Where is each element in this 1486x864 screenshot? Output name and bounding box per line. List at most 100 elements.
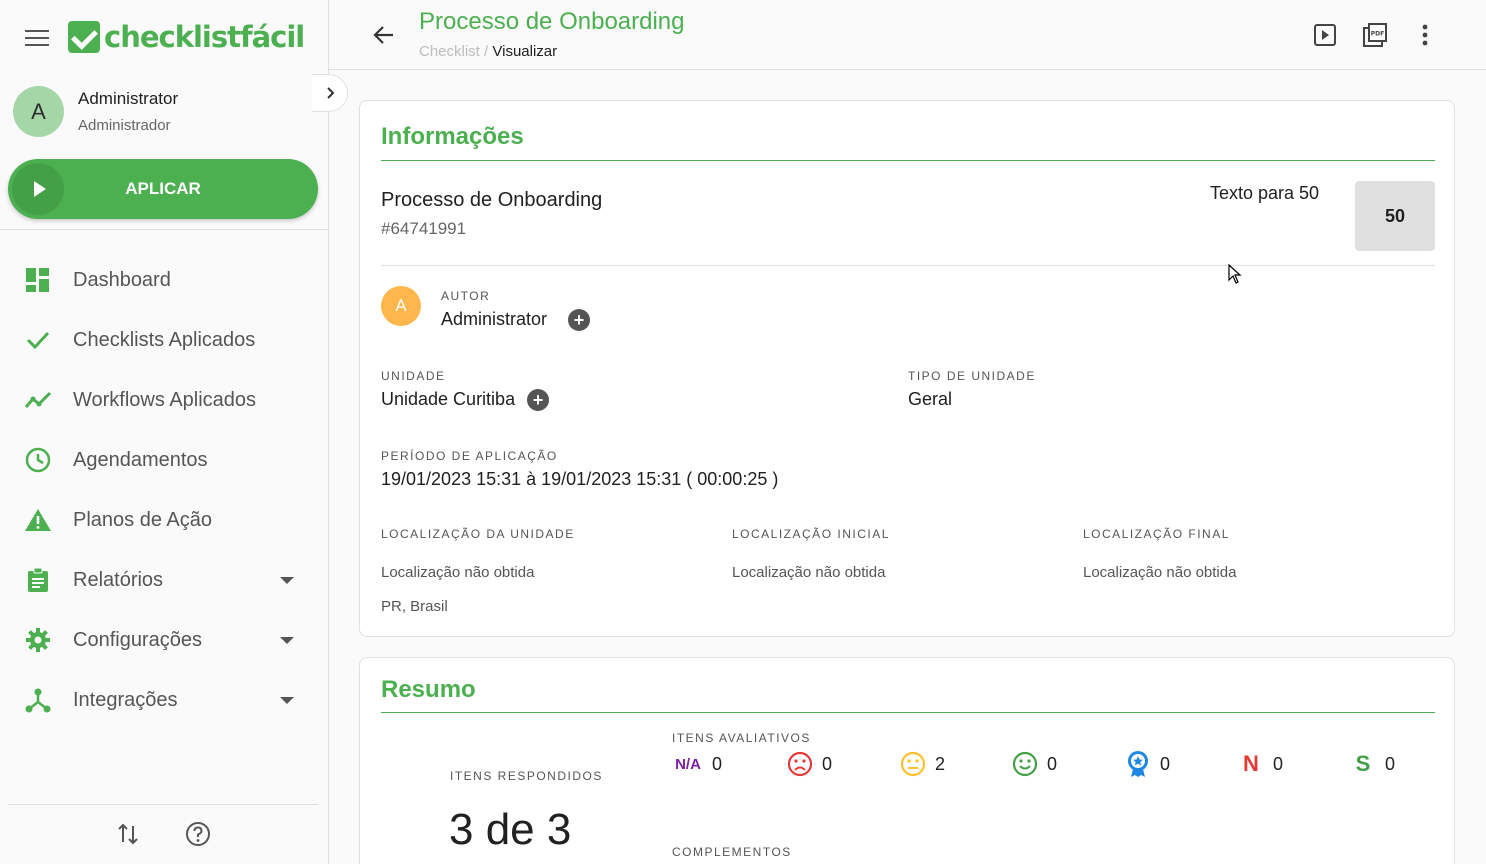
unit-label: UNIDADE: [381, 369, 446, 383]
period-label: PERÍODO DE APLICAÇÃO: [381, 449, 558, 463]
unit-type-value: Geral: [908, 389, 953, 409]
neutral-face-icon: [899, 750, 927, 778]
sidebar-item-planos[interactable]: Planos de Ação: [0, 490, 328, 550]
clock-icon: [24, 446, 52, 474]
chevron-down-icon[interactable]: [280, 696, 294, 704]
checklist-id: #64741991: [381, 219, 467, 238]
rating-sad[interactable]: 0: [786, 750, 832, 778]
dashboard-icon: [24, 266, 52, 294]
na-icon: N/A: [675, 755, 701, 773]
rating-yes[interactable]: S 0: [1349, 750, 1395, 778]
check-icon: [24, 326, 52, 354]
sidebar-nav: Dashboard Checklists Aplicados Workflows…: [0, 250, 328, 730]
sidebar-item-label: Workflows Aplicados: [73, 388, 257, 411]
swap-vertical-icon[interactable]: [114, 820, 142, 848]
sidebar-item-agendamentos[interactable]: Agendamentos: [0, 430, 328, 490]
rating-count: 0: [1385, 753, 1396, 774]
sidebar-item-label: Agendamentos: [73, 448, 208, 471]
sidebar-item-label: Dashboard: [73, 268, 171, 291]
location-unit-label: LOCALIZAÇÃO DA UNIDADE: [381, 527, 575, 541]
collapse-sidebar-button[interactable]: [312, 74, 348, 112]
chevron-right-icon: [326, 87, 334, 99]
apply-button-label: APLICAR: [125, 179, 201, 198]
author-name: Administrator: [441, 309, 548, 329]
sidebar-item-workflows[interactable]: Workflows Aplicados: [0, 370, 328, 430]
add-unit-icon[interactable]: +: [527, 389, 549, 411]
mouse-cursor-icon: [1228, 264, 1242, 284]
back-arrow-icon[interactable]: [371, 22, 397, 48]
sidebar-item-label: Configurações: [73, 628, 202, 651]
answered-value: 3 de 3: [449, 805, 572, 854]
sidebar-item-label: Relatórios: [73, 568, 164, 591]
author-label: AUTOR: [441, 289, 491, 303]
breadcrumb-item[interactable]: Checklist: [419, 43, 480, 60]
pdf-icon[interactable]: PDF: [1362, 22, 1388, 48]
play-icon: [12, 163, 64, 215]
location-final-value: Localização não obtida: [1083, 564, 1237, 581]
sidebar: checklistfácil A Administrator Administr…: [0, 0, 329, 864]
chevron-down-icon[interactable]: [280, 576, 294, 584]
user-name: Administrator: [78, 89, 179, 108]
location-initial-label: LOCALIZAÇÃO INICIAL: [732, 527, 890, 541]
svg-text:PDF: PDF: [1371, 31, 1384, 38]
unit-value: Unidade Curitiba: [381, 389, 516, 409]
divider: [381, 265, 1435, 266]
help-icon[interactable]: [184, 820, 212, 848]
add-author-icon[interactable]: +: [568, 309, 590, 331]
section-title: Resumo: [381, 676, 476, 703]
sidebar-item-checklists[interactable]: Checklists Aplicados: [0, 310, 328, 370]
sidebar-item-label: Planos de Ação: [73, 508, 212, 531]
sidebar-item-relatorios[interactable]: Relatórios: [0, 550, 328, 610]
logo-check-icon: [68, 21, 100, 53]
rating-na[interactable]: N/A 0: [672, 750, 722, 778]
score-badge: 50: [1355, 181, 1435, 251]
section-divider: [381, 160, 1435, 161]
divider: [8, 804, 318, 805]
evaluative-label: ITENS AVALIATIVOS: [672, 731, 811, 745]
rating-medal[interactable]: 0: [1124, 750, 1170, 778]
integration-icon: [24, 686, 52, 714]
info-card: Informações Processo de Onboarding #6474…: [359, 100, 1455, 637]
more-vert-icon[interactable]: [1412, 22, 1438, 48]
period-value: 19/01/2023 15:31 à 19/01/2023 15:31 ( 00…: [381, 469, 779, 489]
rating-count: 0: [1273, 753, 1284, 774]
rating-count: 2: [935, 753, 946, 774]
play-box-icon[interactable]: [1312, 22, 1338, 48]
rating-count: 0: [712, 753, 723, 774]
logo-text: checklistfácil: [104, 20, 305, 54]
chevron-down-icon[interactable]: [280, 636, 294, 644]
rating-happy[interactable]: 0: [1011, 750, 1057, 778]
rating-neutral[interactable]: 2: [899, 750, 945, 778]
apply-button[interactable]: APLICAR: [8, 159, 318, 219]
sidebar-item-label: Checklists Aplicados: [73, 328, 256, 351]
sidebar-item-integracoes[interactable]: Integrações: [0, 670, 328, 730]
location-unit-region: PR, Brasil: [381, 598, 448, 615]
rating-count: 0: [822, 753, 833, 774]
page-header: Processo de Onboarding Checklist / Visua…: [329, 0, 1486, 70]
sidebar-item-dashboard[interactable]: Dashboard: [0, 250, 328, 310]
yes-icon: S: [1355, 751, 1371, 776]
clipboard-icon: [24, 566, 52, 594]
section-divider: [381, 712, 1435, 713]
unit-type-label: TIPO DE UNIDADE: [908, 369, 1036, 383]
user-profile[interactable]: A Administrator Administrador: [13, 86, 178, 137]
section-title: Informações: [381, 123, 524, 150]
rating-count: 0: [1047, 753, 1058, 774]
avatar: A: [13, 86, 64, 137]
gear-icon: [24, 626, 52, 654]
checklist-name: Processo de Onboarding: [381, 189, 603, 211]
trending-icon: [24, 386, 52, 414]
sidebar-item-configuracoes[interactable]: Configurações: [0, 610, 328, 670]
warning-icon: [24, 506, 52, 534]
rating-count: 0: [1160, 753, 1171, 774]
sad-face-icon: [786, 750, 814, 778]
medal-icon: [1124, 750, 1152, 778]
breadcrumb: Checklist / Visualizar: [419, 43, 557, 60]
menu-icon[interactable]: [25, 30, 51, 50]
location-initial-value: Localização não obtida: [732, 564, 886, 581]
rating-no[interactable]: N 0: [1237, 750, 1283, 778]
page-title: Processo de Onboarding: [419, 8, 685, 35]
app-logo[interactable]: checklistfácil: [68, 20, 305, 54]
answered-label: ITENS RESPONDIDOS: [450, 769, 603, 783]
location-unit-value: Localização não obtida: [381, 564, 535, 581]
